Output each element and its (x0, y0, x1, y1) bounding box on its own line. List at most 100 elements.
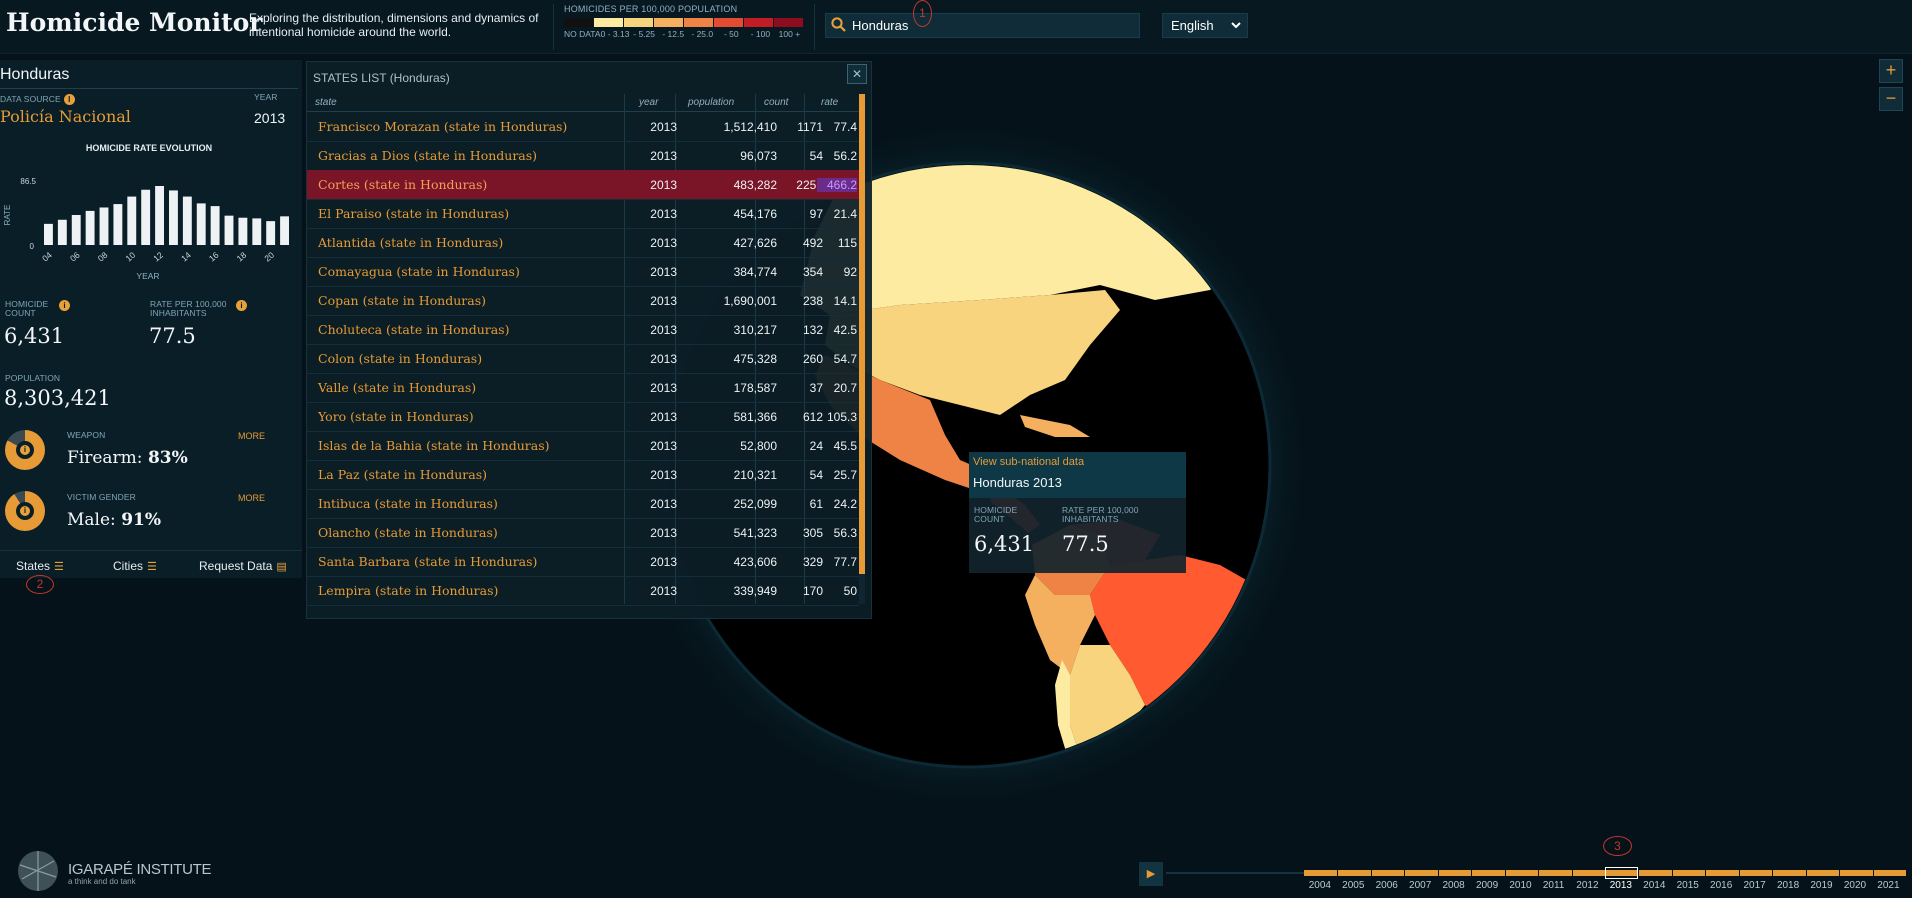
table-row[interactable]: Santa Barbara (state in Honduras) 2013 423… (307, 547, 859, 577)
table-row[interactable]: Intibuca (state in Honduras) 2013 252,099 6… (307, 489, 859, 519)
zoom-out-button[interactable]: − (1879, 87, 1903, 111)
x-tick-label: 04 (40, 250, 54, 264)
state-name[interactable]: Colon (state in Honduras) (318, 351, 482, 366)
state-name[interactable]: Atlantida (state in Honduras) (318, 235, 503, 250)
column-header-count[interactable]: count (764, 97, 788, 108)
state-name[interactable]: Intibuca (state in Honduras) (318, 496, 498, 511)
timeline-tick (1404, 870, 1406, 876)
population-cell: 210,321 (733, 468, 777, 482)
chart-bar (196, 203, 206, 245)
gender-more-link[interactable]: MORE (238, 493, 265, 503)
state-name[interactable]: Francisco Morazan (state in Honduras) (318, 119, 567, 134)
timeline-year-label[interactable]: 2007 (1409, 880, 1431, 891)
timeline-year-label[interactable]: 2019 (1810, 880, 1832, 891)
chart-bar (224, 215, 234, 245)
population-cell: 423,606 (733, 555, 777, 569)
chart-bar (252, 218, 262, 245)
timeline-year-label[interactable]: 2016 (1710, 880, 1732, 891)
state-name[interactable]: Islas de la Bahia (state in Honduras) (318, 438, 550, 453)
timeline-track[interactable] (1304, 867, 1906, 879)
table-row[interactable]: Gracias a Dios (state in Honduras) 2013 96… (307, 141, 859, 171)
weapon-more-link[interactable]: MORE (238, 431, 265, 441)
timeline-year-label[interactable]: 2015 (1677, 880, 1699, 891)
state-name[interactable]: El Paraiso (state in Honduras) (318, 206, 509, 221)
state-name[interactable]: Copan (state in Honduras) (318, 293, 486, 308)
state-name[interactable]: Olancho (state in Honduras) (318, 525, 498, 540)
zoom-in-button[interactable]: + (1879, 59, 1903, 83)
legend-swatches (564, 18, 804, 27)
table-row[interactable]: Valle (state in Honduras) 2013 178,587 37 20… (307, 373, 859, 403)
table-row[interactable]: Francisco Morazan (state in Honduras) 201… (307, 112, 859, 142)
timeline-year-label[interactable]: 2021 (1877, 880, 1899, 891)
timeline-selected-year[interactable] (1605, 867, 1639, 879)
tooltip-count-value: 6,431 (974, 532, 1035, 556)
column-header-population[interactable]: population (688, 97, 734, 108)
timeline-year-label[interactable]: 2005 (1342, 880, 1364, 891)
gender-donut[interactable]: i (5, 491, 45, 531)
state-name[interactable]: Santa Barbara (state in Honduras) (318, 554, 537, 569)
table-row[interactable]: El Paraiso (state in Honduras) 2013 454,17… (307, 199, 859, 229)
timeline-year-label[interactable]: 2014 (1643, 880, 1665, 891)
timeline-year-label[interactable]: 2012 (1576, 880, 1598, 891)
play-button[interactable]: ▶ (1139, 862, 1163, 886)
legend-label: NO DATA (564, 29, 601, 39)
year-cell: 2013 (650, 294, 677, 308)
app-title[interactable]: Homicide Monitor (6, 8, 262, 37)
column-header-rate[interactable]: rate (821, 97, 838, 108)
timeline-year-label[interactable]: 2006 (1376, 880, 1398, 891)
data-source-value[interactable]: Policía Nacional (0, 107, 131, 126)
timeline-year-label[interactable]: 2017 (1744, 880, 1766, 891)
table-row[interactable]: Olancho (state in Honduras) 2013 541,323 30… (307, 518, 859, 548)
info-icon[interactable]: i (236, 300, 247, 311)
state-name[interactable]: Comayagua (state in Honduras) (318, 264, 520, 279)
timeline-year-label[interactable]: 2013 (1610, 880, 1632, 891)
legend-title: HOMICIDES PER 100,000 POPULATION (564, 4, 738, 14)
igarape-logo[interactable]: IGARAPÉ INSTITUTE a think and do tank (16, 849, 212, 898)
state-name[interactable]: Yoro (state in Honduras) (318, 409, 474, 424)
table-row[interactable]: La Paz (state in Honduras) 2013 210,321 54 2… (307, 460, 859, 490)
state-name[interactable]: Gracias a Dios (state in Honduras) (318, 148, 537, 163)
weapon-donut[interactable]: i (5, 430, 45, 470)
info-icon[interactable]: i (59, 300, 70, 311)
state-name[interactable]: Cortes (state in Honduras) (318, 177, 487, 192)
year-cell: 2013 (650, 323, 677, 337)
scrollbar[interactable] (859, 94, 865, 604)
states-button[interactable]: States ☰ (16, 559, 64, 573)
table-row[interactable]: Cortes (state in Honduras) 2013 483,282 225… (307, 170, 859, 200)
table-row[interactable]: Atlantida (state in Honduras) 2013 427,626… (307, 228, 859, 258)
state-name[interactable]: Choluteca (state in Honduras) (318, 322, 509, 337)
cities-button[interactable]: Cities ☰ (113, 559, 157, 573)
search-input[interactable] (850, 15, 1134, 36)
request-data-button[interactable]: Request Data ▤ (199, 559, 287, 573)
table-row[interactable]: Choluteca (state in Honduras) 2013 310,217… (307, 315, 859, 345)
table-row[interactable]: Comayagua (state in Honduras) 2013 384,774… (307, 257, 859, 287)
search-box[interactable] (825, 13, 1140, 38)
column-header-state[interactable]: state (315, 97, 337, 108)
state-name[interactable]: Valle (state in Honduras) (318, 380, 476, 395)
legend-label: - 50 (723, 29, 739, 39)
rate-cell: 45.5 (833, 439, 857, 453)
timeline-tick (1872, 870, 1874, 876)
table-row[interactable]: Yoro (state in Honduras) 2013 581,366 612 10… (307, 402, 859, 432)
timeline-year-label[interactable]: 2010 (1509, 880, 1531, 891)
scrollbar-thumb[interactable] (859, 94, 865, 574)
timeline-tick (1538, 870, 1540, 876)
table-row[interactable]: Colon (state in Honduras) 2013 475,328 260 5… (307, 344, 859, 374)
close-button[interactable]: ✕ (847, 64, 867, 84)
view-subnational-link[interactable]: View sub-national data (973, 456, 1084, 468)
timeline-year-label[interactable]: 2004 (1309, 880, 1331, 891)
state-name[interactable]: Lempira (state in Honduras) (318, 583, 498, 598)
timeline-year-label[interactable]: 2020 (1844, 880, 1866, 891)
info-icon[interactable]: i (63, 94, 75, 105)
logo-name: IGARAPÉ INSTITUTE (68, 861, 212, 878)
table-row[interactable]: Islas de la Bahia (state in Honduras) 201… (307, 431, 859, 461)
language-select[interactable]: English (1162, 13, 1248, 38)
timeline-year-label[interactable]: 2011 (1543, 880, 1565, 891)
timeline-year-label[interactable]: 2009 (1476, 880, 1498, 891)
state-name[interactable]: La Paz (state in Honduras) (318, 467, 487, 482)
timeline-year-label[interactable]: 2008 (1443, 880, 1465, 891)
column-header-year[interactable]: year (639, 97, 658, 108)
table-row[interactable]: Lempira (state in Honduras) 2013 339,949 17… (307, 576, 859, 606)
timeline-year-label[interactable]: 2018 (1777, 880, 1799, 891)
table-row[interactable]: Copan (state in Honduras) 2013 1,690,001 23… (307, 286, 859, 316)
